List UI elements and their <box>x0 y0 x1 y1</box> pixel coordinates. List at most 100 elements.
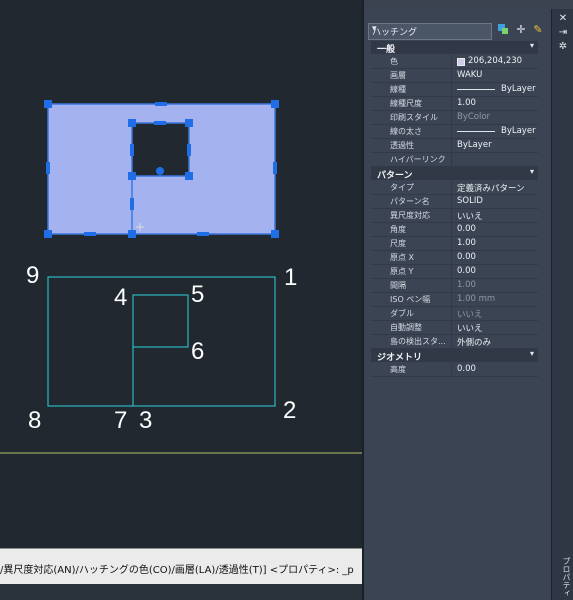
chevron-down-icon[interactable]: ▾ <box>530 41 534 50</box>
section-title: 一般 <box>377 45 396 55</box>
label-2: 2 <box>283 397 296 424</box>
property-value[interactable]: 1.00 <box>457 98 476 108</box>
property-name: ハイパーリンク <box>390 155 446 164</box>
property-value[interactable]: ByLayer <box>457 140 492 150</box>
property-name: 自動調整 <box>390 323 422 332</box>
grip[interactable] <box>44 100 52 108</box>
property-row[interactable]: タイプ 定義済みパターン <box>371 181 538 195</box>
settings-icon[interactable]: ✲ <box>556 41 570 53</box>
grip-mid[interactable] <box>46 162 50 174</box>
property-row[interactable]: 異尺度対応 いいえ <box>371 209 538 223</box>
grip[interactable] <box>271 230 279 238</box>
section-header[interactable]: ジオメトリ ▾ <box>371 349 538 363</box>
property-row[interactable]: ISO ペン幅 1.00 mm <box>371 293 538 307</box>
grip-mid[interactable] <box>130 198 134 210</box>
grip[interactable] <box>185 172 193 180</box>
property-value[interactable]: ByLayer <box>501 126 536 136</box>
grip[interactable] <box>44 230 52 238</box>
property-value[interactable]: 0.00 <box>457 224 476 234</box>
grip[interactable] <box>128 172 136 180</box>
grip-mid[interactable] <box>197 232 209 236</box>
chevron-down-icon[interactable]: ▾ <box>530 349 534 358</box>
property-value[interactable]: 0.00 <box>457 252 476 262</box>
grip[interactable] <box>185 119 193 127</box>
property-name: パターン名 <box>390 197 430 206</box>
section-header[interactable]: 一般 ▾ <box>371 41 538 55</box>
property-value[interactable]: いいえ <box>457 322 483 334</box>
chevron-down-icon[interactable]: ▾ <box>530 167 534 176</box>
pickadd-icon[interactable]: ✎ <box>531 23 545 37</box>
property-name: 線種 <box>390 85 406 94</box>
property-row[interactable]: 線の太さ ByLayer <box>371 125 538 139</box>
property-row[interactable]: 印刷スタイル ByColor <box>371 111 538 125</box>
grip-mid[interactable] <box>273 162 277 174</box>
property-row[interactable]: 線種 ByLayer <box>371 83 538 97</box>
grip-mid[interactable] <box>187 144 191 156</box>
grip-mid[interactable] <box>155 102 167 106</box>
property-row[interactable]: 線種尺度 1.00 <box>371 97 538 111</box>
label-4: 4 <box>114 284 127 311</box>
label-1: 1 <box>284 264 297 291</box>
close-icon[interactable]: ✕ <box>556 13 570 25</box>
status-area <box>0 584 364 600</box>
property-row[interactable]: 島の検出スタ... 外側のみ <box>371 335 538 349</box>
property-row[interactable]: 高度 0.00 <box>371 363 538 377</box>
command-line[interactable]: /異尺度対応(AN)/ハッチングの色(CO)/画層(LA)/透過性(T)] <プ… <box>0 548 362 585</box>
property-value[interactable]: いいえ <box>457 308 483 320</box>
property-row[interactable]: 色 206,204,230 <box>371 55 538 69</box>
property-value[interactable]: 1.00 <box>457 238 476 248</box>
property-value[interactable]: 0.00 <box>457 266 476 276</box>
grip[interactable] <box>271 100 279 108</box>
property-row[interactable]: 自動調整 いいえ <box>371 321 538 335</box>
property-value[interactable]: 206,204,230 <box>468 56 522 66</box>
grip-mid[interactable] <box>84 232 96 236</box>
property-row[interactable]: パターン名 SOLID <box>371 195 538 209</box>
property-value[interactable]: 1.00 mm <box>457 294 495 304</box>
column-divider <box>451 237 452 250</box>
property-row[interactable]: 原点 Y 0.00 <box>371 265 538 279</box>
grip-mid[interactable] <box>130 144 134 156</box>
property-row[interactable]: 尺度 1.00 <box>371 237 538 251</box>
section-header[interactable]: パターン ▾ <box>371 167 538 181</box>
column-divider <box>451 181 452 194</box>
drawing-canvas[interactable]: 1 2 3 4 5 6 7 8 9 <box>0 0 364 600</box>
property-value[interactable]: ByLayer <box>501 84 536 94</box>
color-swatch <box>457 58 465 66</box>
autohide-icon[interactable]: ⇥ <box>556 27 570 39</box>
grip[interactable] <box>156 167 164 175</box>
column-divider <box>451 335 452 348</box>
column-divider <box>451 265 452 278</box>
linetype-preview <box>457 131 495 132</box>
object-type-select[interactable]: ハッチング ▾ <box>368 23 492 40</box>
column-divider <box>451 55 452 68</box>
property-row[interactable]: 角度 0.00 <box>371 223 538 237</box>
grip[interactable] <box>128 119 136 127</box>
outline-drawing <box>47 276 276 407</box>
property-name: 透過性 <box>390 141 414 150</box>
property-row[interactable]: 原点 X 0.00 <box>371 251 538 265</box>
property-row[interactable]: 透過性 ByLayer <box>371 139 538 153</box>
section-title: ジオメトリ <box>377 353 423 363</box>
grip-mid[interactable] <box>154 121 166 125</box>
grip[interactable] <box>128 230 136 238</box>
command-line-text: /異尺度対応(AN)/ハッチングの色(CO)/画層(LA)/透過性(T)] <プ… <box>0 565 354 576</box>
property-name: 印刷スタイル <box>390 113 438 122</box>
property-value[interactable]: ByColor <box>457 112 490 122</box>
property-value[interactable]: いいえ <box>457 210 483 222</box>
drawing-svg[interactable]: 1 2 3 4 5 6 7 8 9 <box>0 0 364 548</box>
select-objects-icon[interactable]: ✛ <box>514 23 528 37</box>
property-row[interactable]: ダブル いいえ <box>371 307 538 321</box>
property-name: 原点 Y <box>390 267 414 276</box>
property-value[interactable]: 1.00 <box>457 280 476 290</box>
property-row[interactable]: 画層 WAKU <box>371 69 538 83</box>
property-value[interactable]: SOLID <box>457 196 483 206</box>
property-value[interactable]: WAKU <box>457 70 482 80</box>
column-divider <box>451 363 452 376</box>
column-divider <box>451 153 452 166</box>
property-value[interactable]: 外側のみ <box>457 336 491 348</box>
property-row[interactable]: 間隔 1.00 <box>371 279 538 293</box>
property-row[interactable]: ハイパーリンク <box>371 153 538 167</box>
quick-select-icon[interactable] <box>496 23 510 37</box>
property-value[interactable]: 定義済みパターン <box>457 182 525 194</box>
property-value[interactable]: 0.00 <box>457 364 476 374</box>
